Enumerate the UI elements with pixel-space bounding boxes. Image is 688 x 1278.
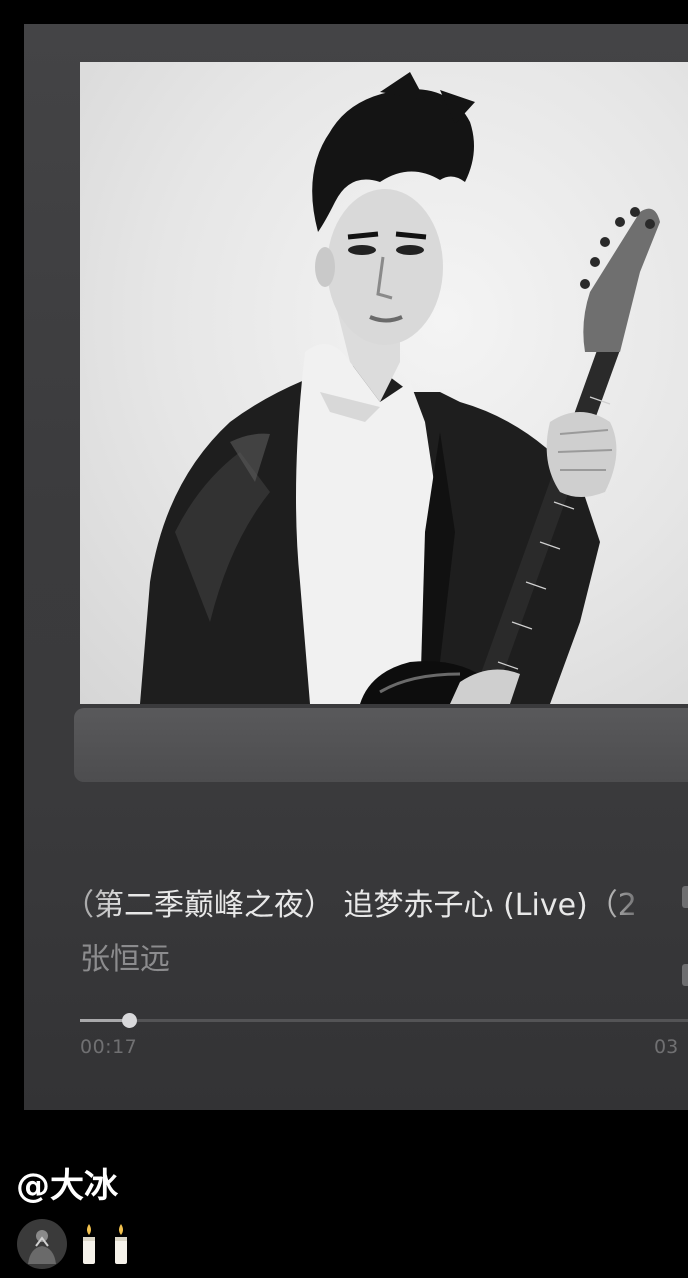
comment-username[interactable]: @大冰 xyxy=(16,1158,118,1207)
progress-slider[interactable] xyxy=(80,1013,688,1028)
artist-name[interactable]: 张恒远 xyxy=(80,940,170,980)
candle-icon xyxy=(78,1222,100,1266)
song-title: （第二季巅峰之夜） 追梦赤子心 (Live)（2 xyxy=(80,888,637,923)
screen: （第二季巅峰之夜） 追梦赤子心 (Live)（2 张恒远 00:17 03 @大… xyxy=(0,0,688,1278)
progress-handle[interactable] xyxy=(122,1013,137,1028)
album-cover-reflection xyxy=(74,708,688,782)
total-time: 03 xyxy=(654,1036,679,1058)
like-icon[interactable] xyxy=(682,886,688,908)
avatar[interactable] xyxy=(16,1218,68,1270)
album-cover-illustration xyxy=(140,72,660,704)
reaction-row xyxy=(16,1218,142,1270)
elapsed-time: 00:17 xyxy=(80,1036,138,1058)
song-title-marquee: （第二季巅峰之夜） 追梦赤子心 (Live)（2 xyxy=(80,884,646,930)
music-player-card[interactable]: （第二季巅峰之夜） 追梦赤子心 (Live)（2 张恒远 00:17 03 xyxy=(24,24,688,1110)
more-icon[interactable] xyxy=(682,964,688,986)
candle-icon xyxy=(110,1222,132,1266)
album-cover-image[interactable] xyxy=(80,62,688,704)
